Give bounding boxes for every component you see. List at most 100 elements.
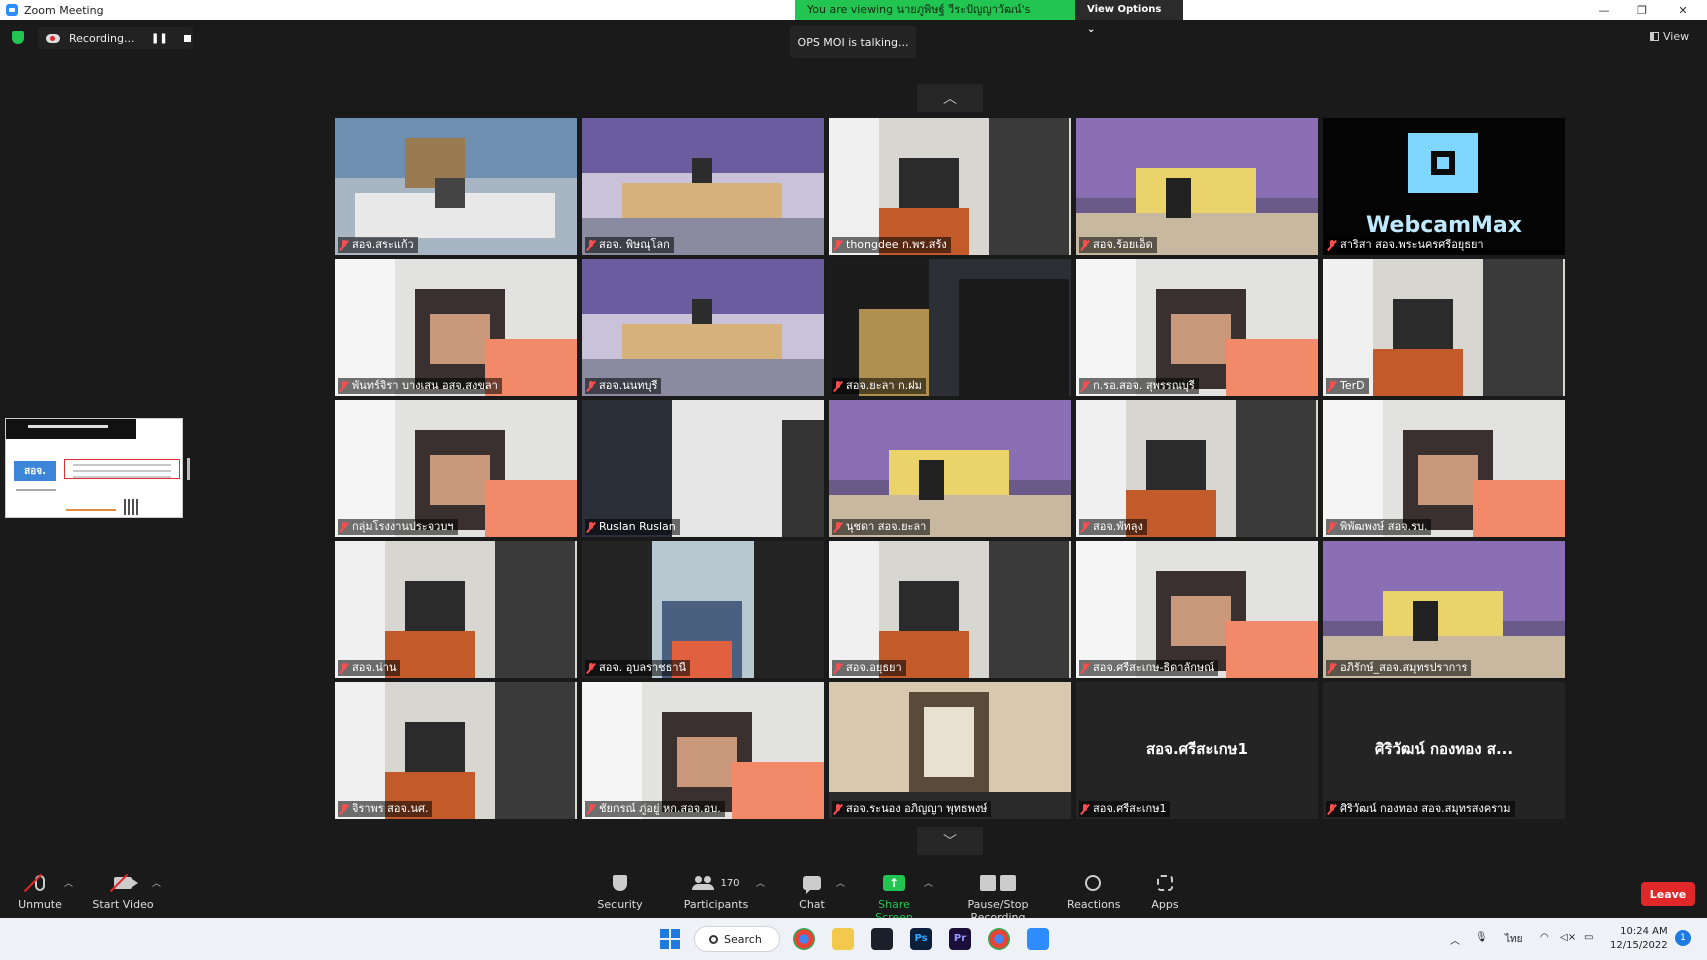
participant-tile[interactable]: สอจ.สระแก้ว: [335, 118, 577, 255]
wifi-icon[interactable]: ◠: [1540, 932, 1549, 943]
view-label: View: [1663, 30, 1690, 43]
participant-name-label: Ruslan Ruslan: [585, 519, 680, 535]
chat-caret-icon[interactable]: ︿: [836, 876, 845, 889]
volume-icon[interactable]: ◁×: [1560, 932, 1576, 943]
participant-tile[interactable]: thongdee ก.พร.สร้ง: [829, 118, 1071, 255]
muted-mic-icon: [1081, 239, 1089, 251]
participants-caret-icon[interactable]: ︿: [756, 876, 765, 889]
microphone-tray-icon[interactable]: 🎙: [1475, 932, 1488, 943]
battery-icon[interactable]: ▭: [1584, 932, 1593, 943]
participant-name-label: สอจ.ร้อยเอ็ด: [1079, 237, 1157, 253]
chrome-profile-icon[interactable]: [988, 928, 1010, 950]
restore-button[interactable]: ❐: [1623, 0, 1661, 20]
participant-tile[interactable]: สอจ.ระนอง อภิญญา พุทธพงษ์: [829, 682, 1071, 819]
participant-tile[interactable]: ก.รอ.สอจ. สุพรรณบุรี: [1076, 259, 1318, 396]
participant-name-label: ชัยกรณ์ ภู่อยู่ หก.สอจ.อบ.: [585, 801, 725, 817]
participant-name: สอจ.พัทลุง: [1093, 520, 1143, 533]
participant-tile[interactable]: สอจ.ศรีสะเกษ-ธิดาลักษณ์: [1076, 541, 1318, 678]
view-button[interactable]: View: [1650, 30, 1689, 43]
participant-tile[interactable]: สอจ.อยุธยา: [829, 541, 1071, 678]
reactions-label: Reactions: [1067, 898, 1121, 911]
participant-name-label: นุชดา สอจ.ยะลา: [832, 519, 931, 535]
participant-tile[interactable]: สอจ. พิษณุโลก: [582, 118, 824, 255]
shared-screen-thumbnail[interactable]: สอจ.: [5, 418, 183, 518]
thumbnail-resize-handle[interactable]: [187, 458, 190, 480]
participants-button[interactable]: 170 Participants: [682, 870, 750, 911]
chrome-icon[interactable]: [793, 928, 815, 950]
unmute-button[interactable]: Unmute: [18, 870, 62, 911]
participant-name: สอจ.ยะลา ก.ฝม: [846, 379, 922, 392]
windows-taskbar: Search Ps Pr ︿ 🎙 ไทย ◠ ◁× ▭ 10:24 AM 12/…: [0, 918, 1707, 960]
participant-tile[interactable]: สอจ.น่าน: [335, 541, 577, 678]
participant-video: [829, 259, 1071, 396]
muted-mic-icon: [834, 662, 842, 674]
language-indicator[interactable]: ไทย: [1505, 932, 1522, 947]
participant-tile[interactable]: TerD: [1323, 259, 1565, 396]
participant-tile[interactable]: สอจ.นนทบุรี: [582, 259, 824, 396]
audio-options-caret-icon[interactable]: ︿: [64, 876, 73, 889]
slide-header: [6, 419, 136, 439]
close-button[interactable]: ✕: [1664, 0, 1702, 20]
davinci-icon[interactable]: [871, 928, 893, 950]
participant-tile[interactable]: จิราพร สอจ.นศ.: [335, 682, 577, 819]
page-up-button[interactable]: ︿: [917, 84, 983, 112]
participant-tile[interactable]: อภิรักษ์_สอจ.สมุทรปราการ: [1323, 541, 1565, 678]
participant-tile[interactable]: ชัยกรณ์ ภู่อยู่ หก.สอจ.อบ.: [582, 682, 824, 819]
encryption-shield-icon[interactable]: [12, 31, 24, 44]
participant-video: [829, 118, 1071, 255]
share-caret-icon[interactable]: ︿: [924, 876, 933, 889]
start-video-button[interactable]: Start Video: [92, 870, 154, 911]
file-explorer-icon[interactable]: [832, 928, 854, 950]
participant-tile[interactable]: ศิริวัฒน์ กองทอง ส... ศิริวัฒน์ กองทอง สอ…: [1323, 682, 1565, 819]
video-options-caret-icon[interactable]: ︿: [152, 876, 161, 889]
participant-video: [335, 541, 577, 678]
participant-name: thongdee ก.พร.สร้ง: [846, 238, 947, 251]
participant-video: [335, 118, 577, 255]
windows-start-icon[interactable]: [660, 929, 680, 949]
share-screen-button[interactable]: ↑ Share Screen: [862, 870, 926, 924]
muted-mic-icon: [1081, 380, 1089, 392]
view-options-button[interactable]: View Options ⌄: [1075, 0, 1183, 35]
minimize-button[interactable]: —: [1585, 0, 1623, 20]
taskbar-search[interactable]: Search: [694, 926, 780, 952]
stop-recording-icon[interactable]: [183, 34, 191, 42]
muted-mic-icon: [834, 521, 842, 533]
participant-tile[interactable]: สอจ.ร้อยเอ็ด: [1076, 118, 1318, 255]
participant-name: พันทร์จิรา บางเสน อสจ.สงขลา: [352, 379, 498, 392]
participant-tile[interactable]: WebcamMax สาริสา สอจ.พระนครศรีอยุธยา: [1323, 118, 1565, 255]
participant-tile[interactable]: สอจ.ศรีสะเกษ1 สอจ.ศรีสะเกษ1: [1076, 682, 1318, 819]
participant-tile[interactable]: พันทร์จิรา บางเสน อสจ.สงขลา: [335, 259, 577, 396]
participant-video: [1076, 118, 1318, 255]
pause-stop-recording-button[interactable]: Pause/Stop Recording: [945, 870, 1051, 924]
premiere-icon[interactable]: Pr: [949, 928, 971, 950]
participant-name-label: สอจ.พัทลุง: [1079, 519, 1147, 535]
unmute-label: Unmute: [18, 898, 62, 911]
tray-overflow-icon[interactable]: ︿: [1450, 932, 1460, 947]
page-down-button[interactable]: ﹀: [917, 827, 983, 855]
pause-recording-icon[interactable]: ❚❚: [151, 33, 168, 44]
security-button[interactable]: Security: [595, 870, 645, 911]
participant-name: ก.รอ.สอจ. สุพรรณบุรี: [1093, 379, 1195, 392]
photoshop-icon[interactable]: Ps: [910, 928, 932, 950]
participant-name: TerD: [1340, 379, 1365, 392]
participant-tile[interactable]: Ruslan Ruslan: [582, 400, 824, 537]
participant-tile[interactable]: สอจ.พัทลุง: [1076, 400, 1318, 537]
participant-tile[interactable]: สอจ. อุบลราชธานี: [582, 541, 824, 678]
zoom-taskbar-icon[interactable]: [1027, 928, 1049, 950]
participant-tile[interactable]: พิพัฒพงษ์ สอจ.รบ.: [1323, 400, 1565, 537]
participant-tile[interactable]: กลุ่มโรงงานประจวบฯ: [335, 400, 577, 537]
participant-name-label: ศิริวัฒน์ กองทอง สอจ.สมุทรสงคราม: [1326, 801, 1515, 817]
participant-tile[interactable]: นุชดา สอจ.ยะลา: [829, 400, 1071, 537]
leave-button[interactable]: Leave: [1641, 882, 1695, 906]
apps-button[interactable]: Apps: [1148, 870, 1182, 911]
active-speaker-label: OPS MOI is talking...: [790, 26, 916, 58]
chat-button[interactable]: Chat: [797, 870, 827, 911]
participant-name-label: สอจ.ศรีสะเกษ-ธิดาลักษณ์: [1079, 660, 1219, 676]
notification-badge[interactable]: 1: [1675, 930, 1691, 946]
taskbar-clock[interactable]: 10:24 AM 12/15/2022: [1610, 925, 1668, 953]
reactions-button[interactable]: Reactions: [1067, 870, 1121, 911]
participant-video: [829, 682, 1071, 819]
participant-tile[interactable]: สอจ.ยะลา ก.ฝม: [829, 259, 1071, 396]
cloud-record-icon: [46, 33, 60, 43]
participant-name-label: สอจ.น่าน: [338, 660, 401, 676]
